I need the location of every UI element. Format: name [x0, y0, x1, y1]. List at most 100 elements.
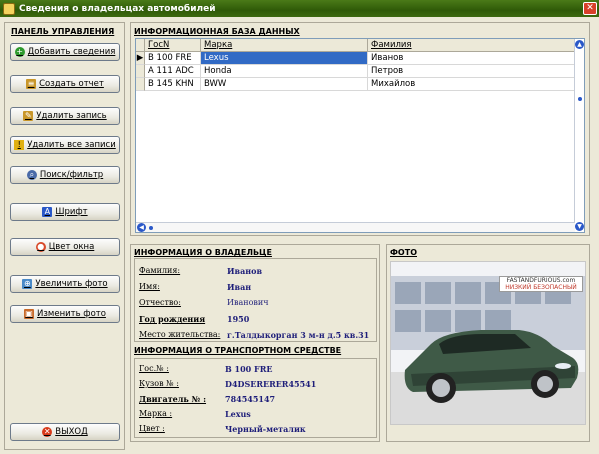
close-icon[interactable]: ✕: [583, 2, 597, 15]
owner-info-caption: ИНФОРМАЦИЯ О ВЛАДЕЛЬЦЕ: [134, 248, 272, 257]
vehicle-field-label: Марка :: [139, 409, 173, 418]
add-record-button[interactable]: + Добавить сведения: [10, 43, 120, 61]
owner-field-row: Отчество: Иванович: [139, 298, 269, 307]
search-icon: ⌕: [26, 170, 37, 180]
owner-field-label: Место жительства:: [139, 330, 221, 339]
horizontal-scrollbar[interactable]: ◀: [136, 222, 575, 232]
font-icon: A: [42, 207, 53, 217]
table-row[interactable]: ▶ В 100 FRE Lexus Иванов: [136, 52, 584, 65]
control-panel-caption: ПАНЕЛЬ УПРАВЛЕНИЯ: [11, 27, 115, 36]
vehicle-field-row: Кузов № : D4DSERERER45541: [139, 379, 316, 389]
window-color-button[interactable]: ● Цвет окна: [10, 238, 120, 256]
table-cell[interactable]: В 145 KHN: [145, 78, 201, 91]
owner-field-label: Фамилия:: [139, 266, 181, 275]
owner-field-value: Иванович: [227, 298, 269, 307]
vehicle-field-row: Двигатель № : 784545147: [139, 394, 275, 404]
watermark-line2: НИЗКИЙ БЕЗОПАСНЫЙ: [505, 284, 577, 291]
control-panel: ПАНЕЛЬ УПРАВЛЕНИЯ + Добавить сведения ≡ …: [4, 22, 125, 450]
create-report-button[interactable]: ≡ Создать отчет: [10, 75, 120, 93]
owner-info-group: ИНФОРМАЦИЯ О ВЛАДЕЛЬЦЕ Фамилия: Иванов И…: [130, 244, 380, 442]
app-icon: [3, 2, 15, 15]
row-indicator: [136, 65, 145, 78]
scroll-left-icon[interactable]: ◀: [137, 223, 146, 232]
zoom-photo-icon: ⊕: [22, 279, 33, 289]
table-cell[interactable]: Иванов: [368, 52, 576, 65]
owner-field-value: Иванов: [227, 266, 263, 276]
photo-icon: ▣: [24, 309, 35, 319]
report-icon: ≡: [26, 79, 37, 89]
table-row[interactable]: А 111 ADC Honda Петров: [136, 65, 584, 78]
vehicle-field-value: 784545147: [225, 394, 276, 404]
table-cell[interactable]: В 100 FRE: [145, 52, 201, 65]
indicator-header: [136, 39, 145, 51]
search-filter-button[interactable]: ⌕ Поиск/фильтр: [10, 166, 120, 184]
photo-watermark: FASTANDFURIOUS.com НИЗКИЙ БЕЗОПАСНЫЙ: [499, 276, 583, 292]
owner-field-value: г.Талдыкорган 3 м-н д.5 кв.31: [227, 330, 370, 340]
hscroll-thumb[interactable]: [149, 226, 153, 230]
vehicle-info-caption: ИНФОРМАЦИЯ О ТРАНСПОРТНОМ СРЕДСТВЕ: [134, 346, 342, 355]
scroll-down-icon[interactable]: ▼: [575, 222, 584, 231]
owner-field-row: Фамилия: Иванов: [139, 266, 262, 276]
column-header-familiya[interactable]: Фамилия: [368, 39, 576, 51]
scroll-thumb[interactable]: [578, 97, 582, 101]
enlarge-photo-label: Увеличить фото: [35, 279, 108, 289]
table-cell[interactable]: Lexus: [201, 52, 368, 65]
owner-field-label: Имя:: [139, 282, 160, 291]
table-cell[interactable]: BWW: [201, 78, 368, 91]
owner-field-row: Место жительства: г.Талдыкорган 3 м-н д.…: [139, 330, 369, 340]
owner-field-value: Иван: [227, 282, 252, 292]
vehicle-field-label: Двигатель № :: [139, 394, 207, 404]
window-titlebar: Сведения о владельцах автомобилей ✕: [0, 0, 599, 17]
column-header-marka[interactable]: Марка: [201, 39, 368, 51]
column-header-gos[interactable]: ГосN: [145, 39, 201, 51]
table-cell[interactable]: Петров: [368, 65, 576, 78]
warning-icon: !: [14, 140, 25, 150]
delete-record-button[interactable]: ✎ Удалить запись: [10, 107, 120, 125]
owner-field-row: Год рождения 1950: [139, 314, 249, 324]
database-caption: ИНФОРМАЦИОННАЯ БАЗА ДАННЫХ: [134, 27, 300, 36]
window-title: Сведения о владельцах автомобилей: [19, 3, 216, 14]
enlarge-photo-button[interactable]: ⊕ Увеличить фото: [10, 275, 120, 293]
palette-icon: ●: [35, 242, 46, 252]
vehicle-field-label: Цвет :: [139, 424, 165, 433]
delete-all-records-button[interactable]: ! Удалить все записи: [10, 136, 120, 154]
delete-icon: ✎: [23, 111, 34, 121]
vehicle-field-value: Lexus: [225, 409, 251, 419]
photo-group: ФОТО FASTANDFURIOUS.com НИЗКИЙ БЕЗОПАСНЫ…: [386, 244, 590, 442]
create-report-label: Создать отчет: [39, 79, 104, 89]
vertical-scrollbar[interactable]: ▲ ▼: [574, 39, 584, 232]
car-photo: FASTANDFURIOUS.com НИЗКИЙ БЕЗОПАСНЫЙ: [390, 261, 586, 425]
window-color-label: Цвет окна: [48, 242, 95, 252]
change-photo-button[interactable]: ▣ Изменить фото: [10, 305, 120, 323]
vehicle-field-value: Черный-металик: [225, 424, 306, 434]
table-cell[interactable]: Honda: [201, 65, 368, 78]
vehicle-field-value: D4DSERERER45541: [225, 379, 317, 389]
records-grid[interactable]: ГосN Марка Фамилия ▶ В 100 FRE Lexus Ива…: [135, 38, 585, 233]
owner-field-label: Год рождения: [139, 314, 206, 324]
scroll-up-icon[interactable]: ▲: [575, 40, 584, 49]
table-cell[interactable]: Михайлов: [368, 78, 576, 91]
font-button[interactable]: A Шрифт: [10, 203, 120, 221]
photo-caption: ФОТО: [390, 248, 417, 257]
vehicle-field-row: Марка : Lexus: [139, 409, 251, 419]
exit-icon: ✕: [42, 427, 53, 437]
change-photo-label: Изменить фото: [37, 309, 106, 319]
table-cell[interactable]: А 111 ADC: [145, 65, 201, 78]
owner-info-box: Фамилия: Иванов Имя: Иван Отчество: Иван…: [134, 258, 377, 342]
vehicle-info-box: Гос.№ : В 100 FRE Кузов № : D4DSERERER45…: [134, 358, 377, 438]
vehicle-field-value: В 100 FRE: [225, 364, 273, 374]
font-label: Шрифт: [55, 207, 88, 217]
exit-label: ВЫХОД: [55, 427, 88, 437]
add-record-label: Добавить сведения: [27, 47, 116, 57]
table-row[interactable]: В 145 KHN BWW Михайлов: [136, 78, 584, 91]
row-indicator: [136, 78, 145, 91]
vehicle-field-row: Цвет : Черный-металик: [139, 424, 306, 434]
exit-button[interactable]: ✕ ВЫХОД: [10, 423, 120, 441]
owner-field-row: Имя: Иван: [139, 282, 251, 292]
add-icon: +: [14, 47, 25, 57]
owner-field-value: 1950: [227, 314, 250, 324]
database-group: ИНФОРМАЦИОННАЯ БАЗА ДАННЫХ ГосN Марка Фа…: [130, 22, 590, 236]
search-filter-label: Поиск/фильтр: [39, 170, 104, 180]
delete-all-records-label: Удалить все записи: [27, 140, 116, 150]
current-row-indicator: ▶: [136, 52, 145, 65]
